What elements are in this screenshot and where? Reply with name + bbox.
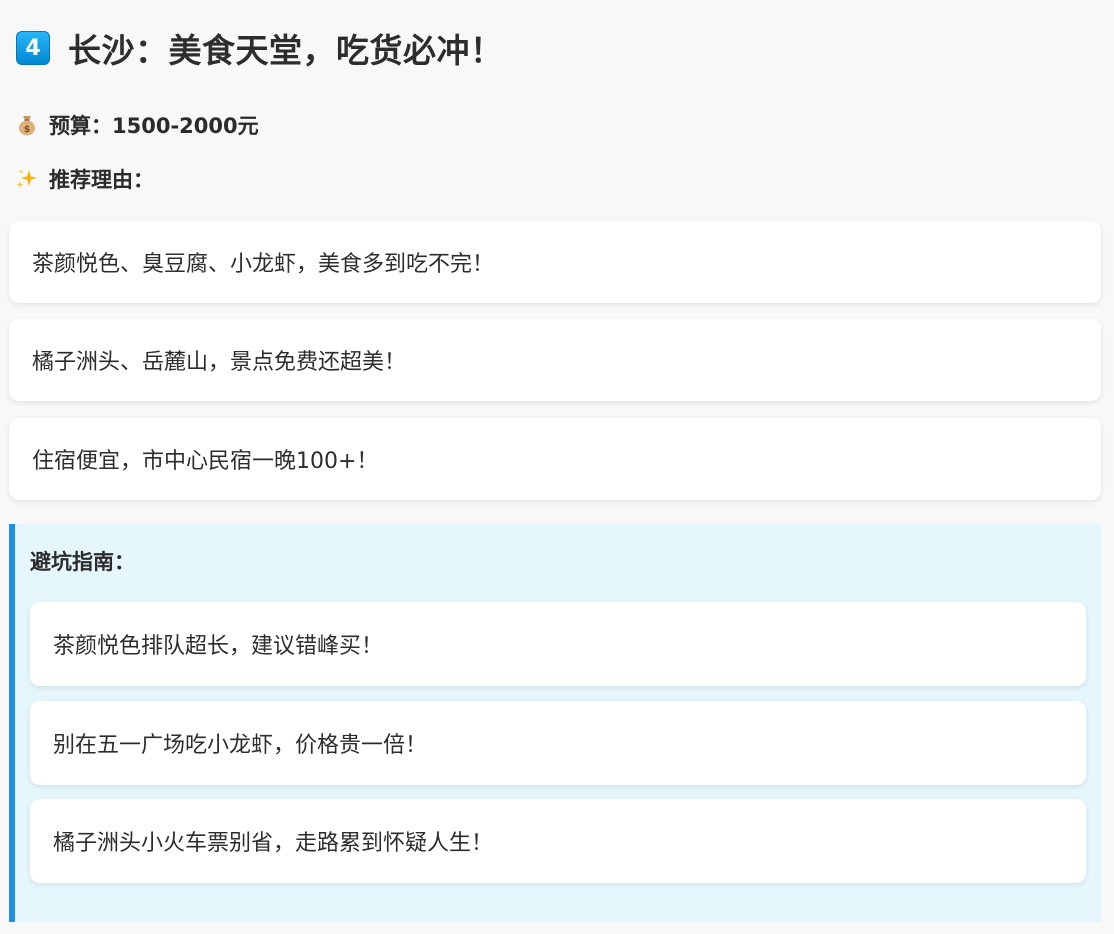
page-title: 长沙：美食天堂，吃货必冲！	[68, 31, 504, 70]
money-bag-icon: $	[14, 112, 40, 138]
guide-text: 橘子洲头小火车票别省，走路累到怀疑人生！	[53, 831, 494, 856]
budget-text: 预算：1500-2000元	[49, 114, 259, 138]
reason-card: 橘子洲头、岳麓山，景点免费还超美！	[9, 319, 1101, 401]
title-row: 4 长沙：美食天堂，吃货必冲！	[16, 24, 504, 72]
guide-card: 橘子洲头小火车票别省，走路累到怀疑人生！	[30, 799, 1086, 883]
guide-card: 茶颜悦色排队超长，建议错峰买！	[30, 602, 1086, 686]
guide-heading: 避坑指南：	[30, 550, 135, 574]
reason-heading: 推荐理由：	[49, 168, 154, 192]
budget-row: $ 预算：1500-2000元	[14, 110, 259, 140]
guide-card: 别在五一广场吃小龙虾，价格贵一倍！	[30, 701, 1086, 785]
guide-text: 茶颜悦色排队超长，建议错峰买！	[53, 634, 384, 659]
guide-text: 别在五一广场吃小龙虾，价格贵一倍！	[53, 733, 428, 758]
guide-section: 避坑指南： 茶颜悦色排队超长，建议错峰买！ 别在五一广场吃小龙虾，价格贵一倍！ …	[9, 524, 1101, 922]
reason-card: 住宿便宜，市中心民宿一晚100+！	[9, 418, 1101, 500]
reason-text: 橘子洲头、岳麓山，景点免费还超美！	[32, 350, 407, 375]
reason-card: 茶颜悦色、臭豆腐、小龙虾，美食多到吃不完！	[9, 221, 1101, 303]
page: 4 长沙：美食天堂，吃货必冲！ $ 预算：1500-2000元 推荐理由： 茶颜…	[0, 0, 1114, 934]
reason-heading-row: 推荐理由：	[14, 164, 154, 194]
reason-text: 茶颜悦色、臭豆腐、小龙虾，美食多到吃不完！	[32, 252, 495, 277]
svg-text:$: $	[24, 125, 30, 135]
reason-text: 住宿便宜，市中心民宿一晚100+！	[32, 449, 379, 474]
number-four-badge-icon: 4	[16, 31, 50, 65]
sparkles-icon	[14, 166, 40, 192]
badge-number: 4	[25, 35, 41, 61]
